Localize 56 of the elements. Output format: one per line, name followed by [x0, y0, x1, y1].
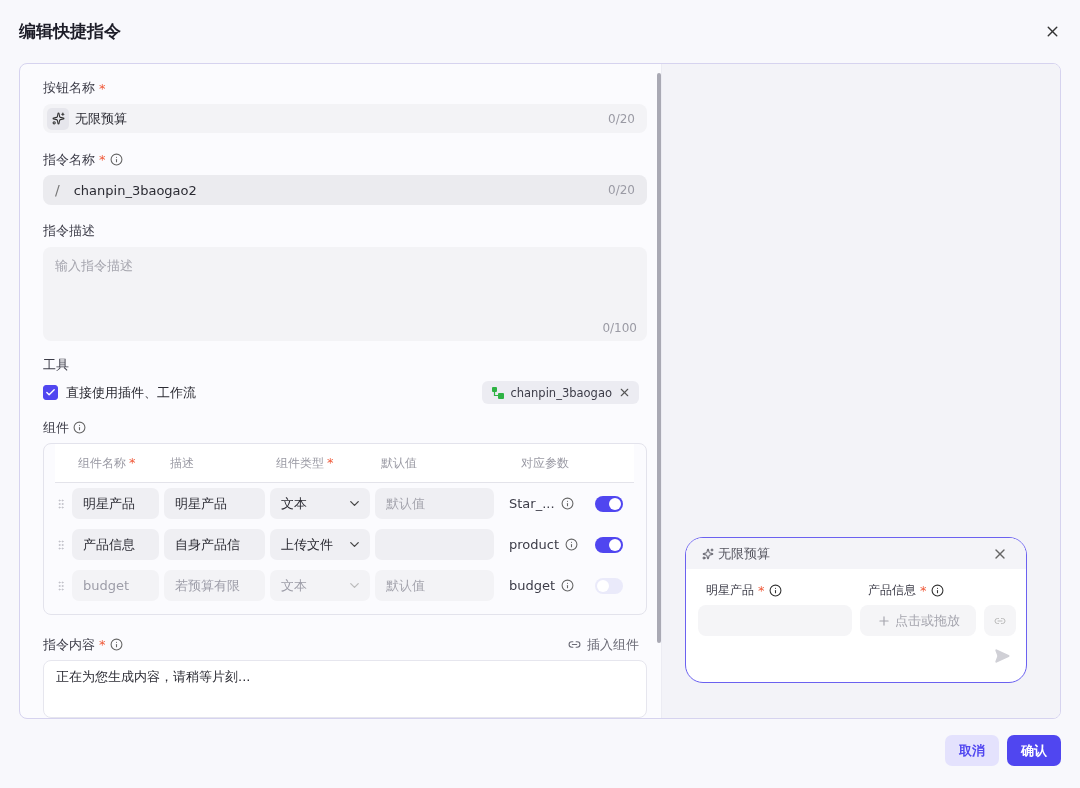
field-label: 按钮名称	[43, 79, 95, 98]
send-button[interactable]	[994, 648, 1010, 664]
component-name-field[interactable]: 明星产品	[72, 488, 159, 520]
field-label: 明星产品	[706, 581, 754, 599]
field-label: 指令内容	[43, 635, 95, 654]
component-type-select[interactable]: 上传文件	[270, 529, 370, 561]
checkbox[interactable]	[43, 385, 58, 401]
confirm-button[interactable]: 确认	[1007, 735, 1061, 766]
section-label: 组件	[43, 418, 69, 437]
enable-toggle[interactable]	[595, 536, 623, 553]
command-content-field[interactable]: 正在为您生成内容，请稍等片刻...	[43, 660, 647, 718]
parameter-name: budget	[509, 578, 556, 594]
character-counter: 0/100	[602, 320, 637, 335]
required-mark: *	[99, 152, 106, 168]
plus-icon	[876, 613, 891, 628]
column-header: 默认值	[381, 454, 417, 472]
field-label: 产品信息	[868, 581, 916, 599]
workflow-icon	[492, 386, 505, 399]
column-header: 组件类型	[276, 454, 324, 472]
character-counter: 0/20	[608, 111, 635, 126]
required-mark: *	[758, 582, 765, 598]
required-mark: *	[327, 454, 334, 472]
section-label: 工具	[43, 356, 69, 375]
link-button[interactable]	[984, 605, 1016, 636]
dialog-title: 编辑快捷指令	[19, 20, 121, 43]
sparkles-icon[interactable]	[47, 107, 69, 130]
component-name-field[interactable]: 产品信息	[72, 529, 159, 561]
column-header: 描述	[170, 454, 194, 472]
command-name-field[interactable]: / chanpin_3baogao2 0/20	[43, 175, 647, 205]
slash-prefix: /	[54, 182, 61, 199]
field-label: 指令描述	[43, 222, 95, 241]
insert-component-button[interactable]: 插入组件	[568, 635, 647, 654]
parameter-name: Star_...	[509, 496, 555, 512]
enable-toggle[interactable]	[595, 495, 623, 512]
drag-handle-icon[interactable]	[55, 497, 67, 510]
workflow-tag: chanpin_3baogao	[482, 381, 639, 405]
required-mark: *	[920, 582, 927, 598]
plugin-checkbox[interactable]: 直接使用插件、工作流	[43, 383, 196, 402]
preview-title: 无限预算	[702, 544, 770, 563]
component-description-field[interactable]: 自身产品信	[164, 529, 265, 561]
drag-handle-icon[interactable]	[55, 538, 67, 551]
component-type-select[interactable]: 文本	[270, 488, 370, 520]
required-mark: *	[129, 454, 136, 472]
scrollbar[interactable]	[657, 73, 661, 643]
component-description-field[interactable]: 明星产品	[164, 488, 265, 520]
parameter-name: product	[509, 537, 559, 553]
required-mark: *	[99, 637, 106, 653]
column-header: 组件名称	[78, 454, 126, 472]
drag-handle-icon[interactable]	[55, 579, 67, 592]
character-counter: 0/20	[608, 183, 635, 198]
sparkles-icon	[702, 547, 714, 560]
cancel-button[interactable]: 取消	[945, 735, 999, 766]
field-label: 指令名称	[43, 150, 95, 169]
column-header: 对应参数	[521, 454, 569, 472]
required-mark: *	[99, 80, 106, 96]
button-name-field[interactable]: 无限预算 0/20	[43, 103, 647, 134]
